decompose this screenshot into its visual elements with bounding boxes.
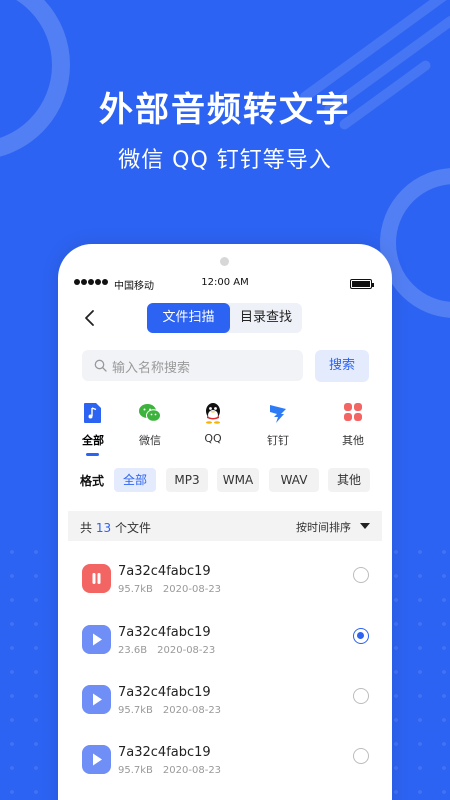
pause-icon [92,573,101,584]
play-button[interactable] [82,745,111,774]
play-icon [93,693,102,706]
active-source-indicator [86,453,99,456]
promo-subline: 微信 QQ 钉钉等导入 [118,148,332,173]
file-row[interactable]: 7a32c4fabc19 95.7kB 2020-08-23 [58,685,392,745]
file-count-suffix: 个文件 [114,521,151,535]
tab-directory-search[interactable]: 目录查找 [230,303,302,333]
source-label: 其他 [342,434,364,447]
pause-button[interactable] [82,564,111,593]
play-button[interactable] [82,625,111,654]
source-dingtalk[interactable]: 钉钉 [253,402,303,448]
file-row[interactable]: 7a32c4fabc19 95.7kB 2020-08-23 [58,564,392,624]
file-count-prefix: 共 [80,521,93,535]
file-count-number: 13 [95,521,112,535]
select-radio[interactable] [353,628,369,644]
format-chip-wav[interactable]: WAV [269,468,319,492]
file-size: 95.7kB [118,705,153,716]
search-button[interactable]: 搜索 [315,350,369,382]
file-meta: 95.7kB 2020-08-23 [118,584,221,595]
file-date: 2020-08-23 [162,765,222,776]
sort-dropdown[interactable]: 按时间排序 [296,519,351,535]
phone-mockup: 中国移动 12:00 AM 文件扫描 目录查找 输入名称搜索 搜索 全部 微信 … [58,244,392,800]
battery-icon [350,279,374,289]
search-input[interactable]: 输入名称搜索 [82,350,303,381]
play-icon [93,753,102,766]
select-radio[interactable] [353,567,369,583]
list-header: 共 13 个文件 按时间排序 [68,511,382,541]
file-meta: 95.7kB 2020-08-23 [118,765,221,776]
tab-file-scan[interactable]: 文件扫描 [147,303,230,333]
file-date: 2020-08-23 [157,645,216,656]
grid-icon [328,402,378,424]
source-other[interactable]: 其他 [328,402,378,448]
music-note-icon [68,402,118,424]
source-qq[interactable]: QQ [188,402,238,445]
file-meta: 95.7kB 2020-08-23 [118,705,221,716]
status-bar: 中国移动 12:00 AM [74,277,376,293]
camera-dot [220,257,229,266]
caret-down-icon[interactable] [360,523,370,529]
qq-penguin-icon [188,402,238,424]
format-chip-other[interactable]: 其他 [328,468,370,492]
file-date: 2020-08-23 [162,705,222,716]
segmented-tabs: 文件扫描 目录查找 [147,303,302,333]
back-arrow-icon[interactable] [80,308,100,328]
wechat-icon [125,402,175,424]
file-size: 95.7kB [118,765,153,776]
file-name: 7a32c4fabc19 [118,685,211,700]
source-label: 钉钉 [267,434,289,447]
file-row[interactable]: 7a32c4fabc19 95.7kB 2020-08-23 [58,745,392,800]
search-icon [94,359,107,372]
play-button[interactable] [82,685,111,714]
top-nav: 文件扫描 目录查找 [58,302,392,334]
clock: 12:00 AM [201,277,249,288]
file-name: 7a32c4fabc19 [118,564,211,579]
file-count: 共 13 个文件 [80,519,151,536]
source-filter: 全部 微信 QQ 钉钉 其他 [58,402,392,452]
file-name: 7a32c4fabc19 [118,745,211,760]
source-label: 微信 [139,434,161,447]
file-row[interactable]: 7a32c4fabc19 23.6B 2020-08-23 [58,625,392,685]
source-wechat[interactable]: 微信 [125,402,175,448]
promo-headline: 外部音频转文字 [99,90,351,130]
format-chip-all[interactable]: 全部 [114,468,156,492]
select-radio[interactable] [353,688,369,704]
format-label: 格式 [80,474,105,488]
source-label: 全部 [82,434,104,447]
format-chip-mp3[interactable]: MP3 [166,468,208,492]
play-icon [93,633,102,646]
file-size: 95.7kB [118,584,153,595]
format-filter: 格式 全部 MP3 WMA WAV 其他 [58,468,392,492]
source-label: QQ [204,432,222,445]
search-placeholder: 输入名称搜索 [112,361,191,376]
source-all[interactable]: 全部 [68,402,118,448]
dingtalk-icon [253,402,303,424]
file-date: 2020-08-23 [162,584,222,595]
file-name: 7a32c4fabc19 [118,625,211,640]
file-size: 23.6B [118,645,148,656]
file-meta: 23.6B 2020-08-23 [118,645,215,656]
format-chip-wma[interactable]: WMA [217,468,259,492]
decorative-ring [0,0,70,160]
select-radio[interactable] [353,748,369,764]
